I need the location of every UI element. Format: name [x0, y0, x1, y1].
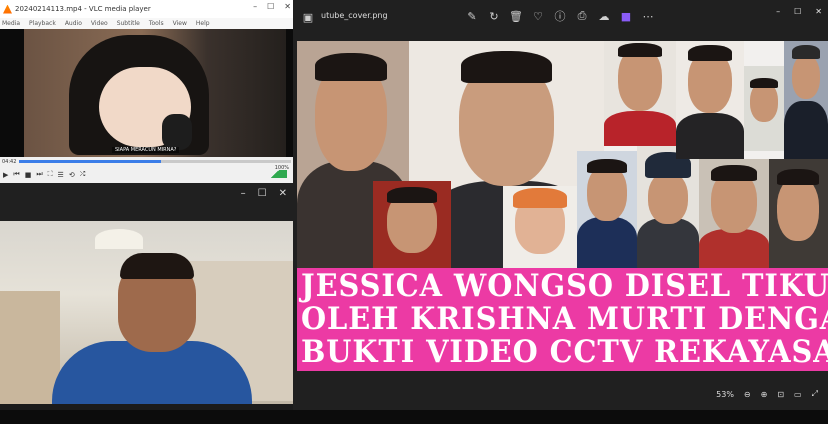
photos-toolbar: ▣ utube_cover.png ✎ ↻ 🗑 ♡ ⓘ ⎙ ☁ ■ ⋯ – ☐ … [293, 0, 828, 34]
gallery-icon[interactable]: ▣ [299, 8, 317, 26]
portrait-8 [769, 159, 828, 268]
maximize-icon[interactable]: ☐ [794, 7, 801, 16]
webcam-window-controls: – ☐ ✕ [0, 183, 293, 203]
portrait-9 [604, 41, 676, 146]
title-banner: JESSICA WONGSO DISEL TIKUS OLEH KRISHNA … [297, 268, 828, 371]
stop-icon[interactable]: ■ [25, 171, 32, 179]
video-caption: SIAPA MERACUN MIRNA? [112, 147, 180, 153]
minimize-icon[interactable]: – [241, 188, 246, 199]
vlc-controls: ▶ ⏮ ■ ⏭ ⛶ ☰ ⟲ ⤮ 100% [0, 165, 293, 183]
close-icon[interactable]: ✕ [279, 188, 287, 199]
portrait-7 [699, 159, 769, 268]
volume-slider[interactable] [263, 170, 287, 178]
portrait-4 [503, 186, 577, 268]
letterbox-left [0, 29, 24, 157]
fullscreen-icon[interactable]: ⛶ [48, 170, 53, 179]
banner-line-2: OLEH KRISHNA MURTI DENGAN [301, 301, 828, 337]
menu-audio[interactable]: Audio [65, 20, 82, 27]
portrait-6 [637, 146, 699, 268]
seek-bar-fill [19, 160, 161, 163]
close-icon[interactable]: ✕ [815, 7, 822, 16]
minimize-icon[interactable]: – [776, 7, 780, 16]
favorite-icon[interactable]: ♡ [529, 7, 547, 25]
portrait-11 [744, 66, 784, 151]
man-hair [120, 253, 194, 279]
actual-size-icon[interactable]: ▭ [794, 390, 802, 399]
photos-window-controls: – ☐ ✕ [776, 7, 822, 16]
zoom-level: 53% [716, 389, 734, 399]
loop-icon[interactable]: ⟲ [69, 171, 75, 179]
webcam-window: – ☐ ✕ [0, 183, 293, 424]
menu-help[interactable]: Help [196, 20, 210, 27]
more-icon[interactable]: ⋯ [639, 7, 657, 25]
delete-icon[interactable]: 🗑 [507, 7, 525, 25]
letterbox-right [286, 29, 293, 157]
vlc-menubar: Media Playback Audio Video Subtitle Tool… [0, 18, 293, 29]
menu-tools[interactable]: Tools [149, 20, 164, 27]
playlist-icon[interactable]: ☰ [58, 171, 64, 179]
photo-tools: ✎ ↻ 🗑 ♡ ⓘ ⎙ ☁ ■ ⋯ [463, 7, 657, 25]
print-icon[interactable]: ⎙ [573, 7, 591, 25]
menu-playback[interactable]: Playback [29, 20, 56, 27]
menu-view[interactable]: View [173, 20, 187, 27]
displayed-image[interactable]: JESSICA WONGSO DISEL TIKUS OLEH KRISHNA … [297, 41, 828, 371]
shuffle-icon[interactable]: ⤮ [80, 170, 86, 179]
rotate-icon[interactable]: ↻ [485, 7, 503, 25]
vlc-window: 20240214113.mp4 - VLC media player – ☐ ✕… [0, 0, 293, 183]
vlc-seek-row: 04:42 [0, 157, 293, 166]
prev-icon[interactable]: ⏮ [13, 170, 19, 179]
vlc-title: 20240214113.mp4 - VLC media player [15, 5, 151, 13]
maximize-icon[interactable]: ☐ [258, 188, 267, 199]
zoom-in-icon[interactable]: ⊕ [761, 390, 768, 399]
vlc-window-controls: – ☐ ✕ [253, 2, 291, 11]
taskbar [0, 410, 828, 424]
fit-icon[interactable]: ⊡ [777, 390, 784, 399]
app-icon[interactable]: ■ [617, 7, 635, 25]
menu-subtitle[interactable]: Subtitle [117, 20, 140, 27]
fullscreen-icon[interactable]: ⤢ [812, 389, 818, 399]
menu-video[interactable]: Video [91, 20, 108, 27]
play-icon[interactable]: ▶ [3, 171, 8, 179]
portrait-5 [577, 151, 637, 268]
cabinet [0, 291, 60, 404]
portrait-12 [784, 41, 828, 159]
banner-line-1: JESSICA WONGSO DISEL TIKUS [301, 268, 828, 304]
portrait-10 [676, 41, 744, 159]
vlc-cone-icon [3, 4, 12, 14]
time-elapsed: 04:42 [2, 158, 17, 165]
photos-statusbar: 53% ⊖ ⊕ ⊡ ▭ ⤢ [293, 378, 828, 410]
webcam-video[interactable] [0, 221, 293, 404]
photo-filename: utube_cover.png [321, 11, 388, 20]
photos-window: ▣ utube_cover.png ✎ ↻ 🗑 ♡ ⓘ ⎙ ☁ ■ ⋯ – ☐ … [293, 0, 828, 410]
info-icon[interactable]: ⓘ [551, 7, 569, 25]
edit-icon[interactable]: ✎ [463, 7, 481, 25]
vlc-video-frame[interactable]: SIAPA MERACUN MIRNA? [24, 29, 286, 157]
volume-level: 100% [274, 165, 289, 171]
maximize-icon[interactable]: ☐ [267, 2, 274, 11]
cloud-icon[interactable]: ☁ [595, 7, 613, 25]
close-icon[interactable]: ✕ [284, 2, 291, 11]
portrait-3 [373, 181, 451, 268]
vlc-titlebar[interactable]: 20240214113.mp4 - VLC media player – ☐ ✕ [0, 0, 293, 18]
ceiling-lamp [95, 229, 143, 249]
minimize-icon[interactable]: – [253, 2, 257, 11]
banner-line-3: BUKTI VIDEO CCTV REKAYASA! [301, 334, 828, 370]
seek-bar[interactable] [19, 160, 291, 163]
zoom-out-icon[interactable]: ⊖ [744, 390, 751, 399]
menu-media[interactable]: Media [2, 20, 20, 27]
microphone [162, 114, 192, 150]
next-icon[interactable]: ⏭ [36, 170, 42, 179]
